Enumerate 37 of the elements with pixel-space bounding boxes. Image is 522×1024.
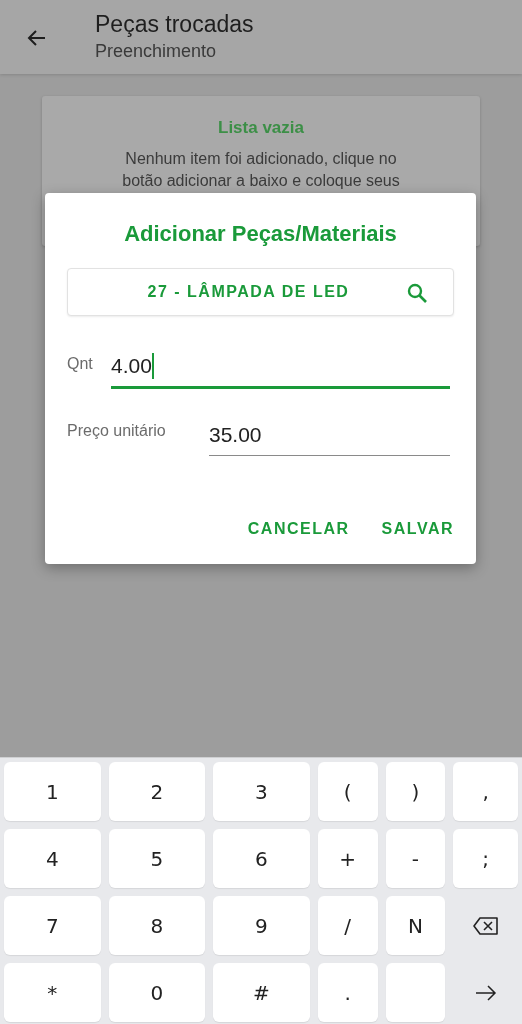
keyboard-key[interactable]: 1 [4, 762, 101, 821]
input-field[interactable]: 35.00 [209, 415, 450, 456]
field-label: Preço unitário [67, 422, 167, 441]
backspace-icon[interactable] [471, 915, 500, 936]
keyboard-key[interactable]: 9 [213, 896, 310, 955]
keyboard-key[interactable]: 7 [4, 896, 101, 955]
field-label: Qnt [67, 355, 94, 374]
keyboard-key[interactable]: , [453, 762, 518, 821]
keyboard-key[interactable]: 2 [108, 762, 206, 821]
page-subtitle: Preenchimento [95, 40, 218, 63]
keyboard-key[interactable]: 5 [108, 829, 206, 888]
keyboard-key[interactable]: # [213, 963, 310, 1022]
keyboard-key[interactable]: 4 [4, 829, 101, 888]
item-select-button[interactable]: 27 - LÂMPADA DE LED [67, 268, 454, 316]
keyboard-key[interactable]: ( [317, 762, 378, 821]
keyboard-key[interactable]: 3 [213, 762, 310, 821]
keyboard-key[interactable]: 6 [213, 829, 310, 888]
empty-list-message: botão adicionar a baixo e coloque seus [122, 171, 400, 191]
keyboard-key[interactable]: / [317, 896, 378, 955]
dialog-button[interactable]: CANCELAR [247, 516, 350, 542]
empty-list-title: Lista vazia [218, 118, 304, 138]
search-icon [405, 281, 429, 305]
page-title: Peças trocadas [95, 10, 254, 38]
dialog-title: Adicionar Peças/Materiais [123, 221, 398, 247]
keyboard-key[interactable]: 8 [108, 896, 206, 955]
dialog-button[interactable]: SALVAR [381, 516, 454, 542]
empty-list-message: Nenhum item foi adicionado, clique no [125, 149, 397, 169]
input-field[interactable]: 4.00 [111, 346, 450, 389]
keyboard-key[interactable]: * [4, 963, 101, 1022]
keyboard-key[interactable]: N [385, 896, 446, 955]
keyboard-key[interactable]: ) [385, 762, 446, 821]
keyboard-key[interactable]: . [317, 963, 378, 1022]
arrow-right-icon[interactable] [473, 982, 498, 1003]
keyboard-key[interactable]: ; [453, 829, 518, 888]
keyboard-key[interactable]: 0 [108, 963, 206, 1022]
keyboard-key[interactable]: + [317, 829, 378, 888]
keyboard-key[interactable]: - [385, 829, 446, 888]
